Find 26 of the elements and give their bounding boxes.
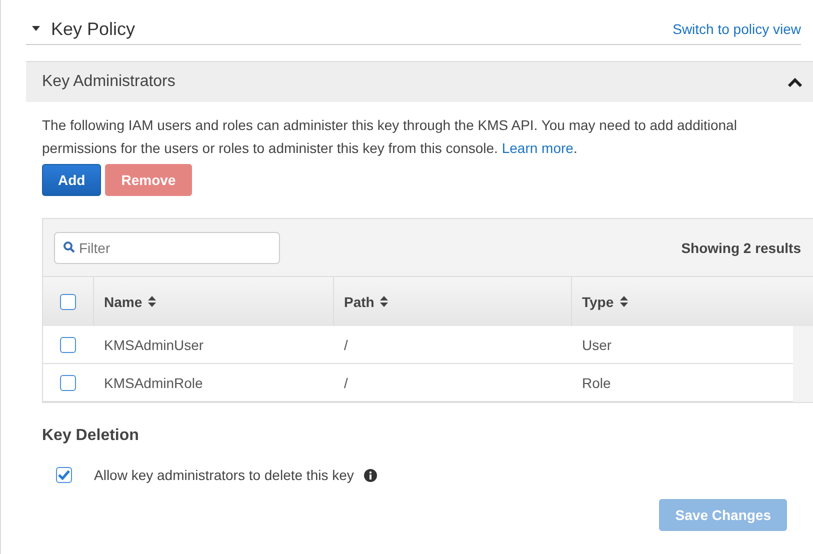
filter-field[interactable]: Filter	[54, 232, 280, 264]
sort-icon[interactable]	[380, 296, 388, 307]
table-cell: KMSAdminUser	[104, 336, 204, 352]
table-cell: /	[344, 336, 348, 352]
add-button[interactable]: Add	[42, 164, 102, 196]
option-label: Allow key administrators to delete this key	[94, 467, 354, 483]
table-cell: Role	[582, 374, 611, 390]
section-heading: Key Deletion	[42, 427, 140, 445]
delete-checkbox[interactable]	[56, 467, 72, 483]
table-cell: User	[582, 336, 612, 352]
row-checkbox[interactable]	[60, 374, 76, 390]
table-cell: /	[344, 374, 348, 390]
sort-icon[interactable]	[620, 296, 628, 307]
policy-view-link[interactable]: Switch to policy view	[672, 21, 801, 37]
row-checkbox[interactable]	[60, 336, 76, 352]
results-count: Showing 2 results	[681, 240, 801, 256]
section-title: Key Policy	[51, 18, 136, 40]
select-all-checkbox[interactable]	[60, 294, 76, 310]
table-cell: KMSAdminRole	[104, 374, 203, 390]
chevron-up-icon[interactable]	[787, 77, 803, 87]
sort-icon[interactable]	[148, 296, 156, 307]
info-icon[interactable]	[364, 468, 377, 482]
description-text: The following IAM users and roles can administer this key through the KMS API. You may need to add additional permissions for the users or roles to administer this key from this console. Learn more.	[42, 116, 738, 158]
caret-icon[interactable]	[31, 26, 41, 32]
learn-more-link[interactable]: Learn more	[502, 140, 574, 156]
panel-title: Key Administrators	[42, 73, 176, 91]
